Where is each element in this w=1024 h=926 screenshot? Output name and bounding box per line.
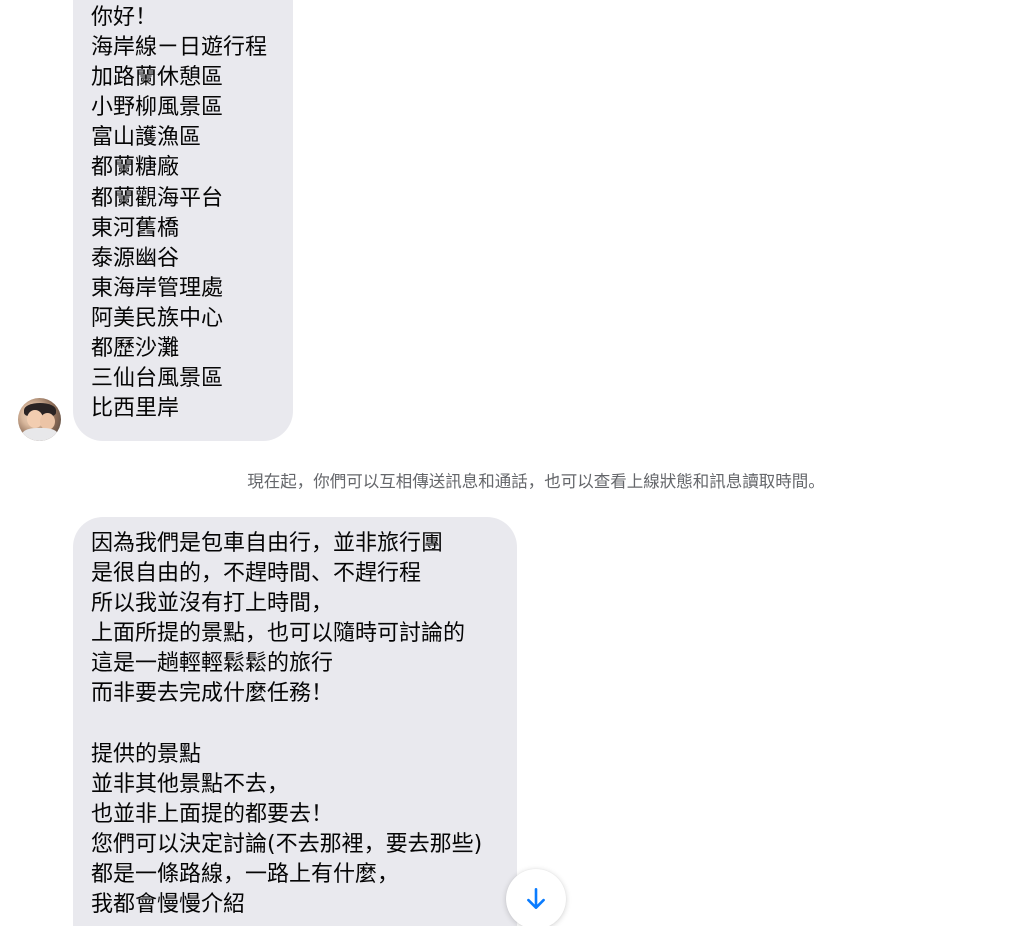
message-line: 富山護漁區 [91,125,202,151]
scroll-to-bottom-button[interactable] [506,869,566,926]
message-line: 也並非上面提的都要去！ [91,801,334,827]
message-line: 泰源幽谷 [91,245,180,271]
message-line: 東河舊橋 [91,215,180,241]
message-line: 都蘭觀海平台 [91,185,224,211]
message-line: 我都會慢慢介紹 [91,892,246,918]
message-line: 東海岸管理處 [91,275,224,301]
message-line: 而非要去完成什麼任務！ [91,681,334,707]
message-line: 您們可以決定討論(不去那裡，要去那些) [91,831,483,857]
message-line: 上面所提的景點，也可以隨時可討論的 [91,621,466,647]
message-line: 都是一條路線，一路上有什麼， [91,862,400,888]
message-line: 並非其他景點不去， [91,771,290,797]
message-line: 所以我並沒有打上時間， [91,591,334,617]
message-line: 阿美民族中心 [91,305,224,331]
message-line: 你好！ [91,5,158,30]
arrow-down-icon [527,887,545,909]
chat-thread: 你好！ 海岸線ㄧ日遊行程 加路蘭休憩區 小野柳風景區 富山護漁區 都蘭糖廠 都蘭… [0,0,1024,926]
message-line: 是很自由的，不趕時間、不趕行程 [91,561,422,587]
message-line: 加路蘭休憩區 [91,65,224,91]
system-notice: 現在起，你們可以互相傳送訊息和通話，也可以查看上線狀態和訊息讀取時間。 [247,472,825,491]
sender-avatar[interactable] [18,398,61,441]
message-bubble-explanation[interactable]: 因為我們是包車自由行，並非旅行團 是很自由的，不趕時間、不趕行程 所以我並沒有打… [73,517,517,926]
message-line: 這是一趟輕輕鬆鬆的旅行 [91,651,334,677]
message-line: 小野柳風景區 [91,95,224,121]
message-line: 都蘭糖廠 [91,155,180,181]
message-line: 比西里岸 [91,396,180,422]
message-line: 提供的景點 [91,741,202,767]
message-line: 三仙台風景區 [91,366,224,392]
message-line [91,710,498,740]
message-line: 因為我們是包車自由行，並非旅行團 [91,531,444,556]
message-bubble-itinerary[interactable]: 你好！ 海岸線ㄧ日遊行程 加路蘭休憩區 小野柳風景區 富山護漁區 都蘭糖廠 都蘭… [73,0,293,441]
message-line: 海岸線ㄧ日遊行程 [91,35,268,61]
avatar-shirt-shape [22,428,58,441]
message-line: 都歷沙灘 [91,336,180,362]
